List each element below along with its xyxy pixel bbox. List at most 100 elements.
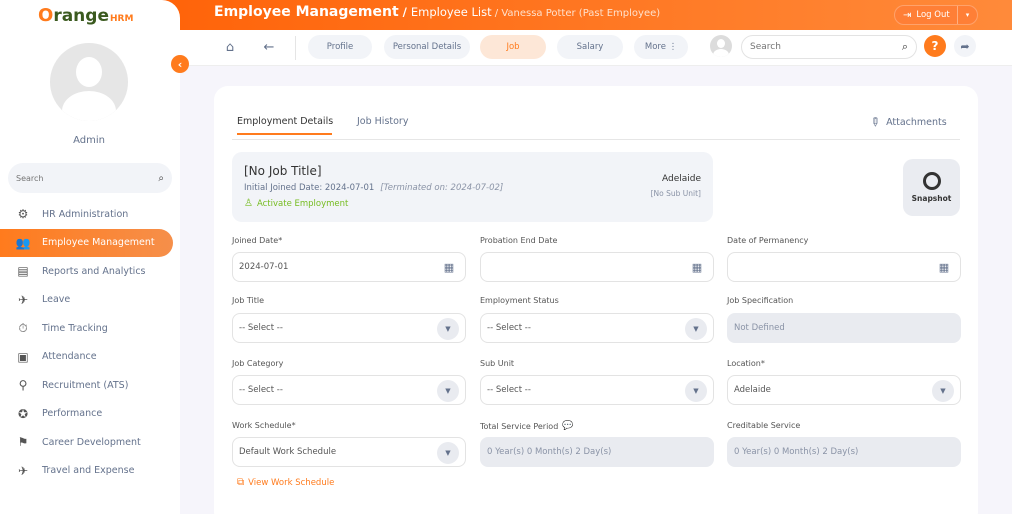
employee-avatar (710, 35, 732, 57)
tab-job[interactable]: Job (480, 35, 546, 59)
job-title-select[interactable]: -- Select -- ▼ (232, 313, 466, 343)
work-schedule-select[interactable]: Default Work Schedule ▼ (232, 437, 466, 467)
creditable-service-field: 0 Year(s) 0 Month(s) 2 Day(s) (727, 437, 961, 467)
breadcrumb-module: Employee Management (214, 4, 399, 20)
location-label: Location* (727, 359, 765, 368)
nav-divider (295, 36, 296, 60)
sidebar-item-reports-analytics[interactable]: ▤ Reports and Analytics (0, 257, 180, 286)
activate-employment-link[interactable]: ♙ Activate Employment (244, 198, 348, 209)
total-service-label: Total Service Period 💬 (480, 421, 574, 431)
job-category-label: Job Category (232, 359, 284, 368)
person-icon: ♙ (244, 198, 253, 209)
chevron-down-icon[interactable]: ▼ (685, 380, 707, 402)
probation-end-label: Probation End Date (480, 236, 558, 245)
tab-more[interactable]: More ⋮ (634, 35, 688, 59)
chevron-down-icon[interactable]: ▼ (437, 442, 459, 464)
probation-end-field[interactable]: ▦ (480, 252, 714, 282)
schedule-icon: ⧉ (237, 477, 245, 488)
employee-search-input[interactable] (750, 42, 880, 52)
tab-employment-details[interactable]: Employment Details (237, 116, 333, 127)
sidebar: OrangeHRM Admin ⌕ ⚙HR Administration 👥Em… (0, 0, 180, 514)
sidebar-item-career-development[interactable]: ⚑ Career Development (0, 428, 180, 457)
sidebar-item-travel-expense[interactable]: ✈ Travel and Expense (0, 457, 180, 486)
employee-icon: 👥 (15, 235, 31, 250)
sidebar-item-time-tracking[interactable]: ⏱ Time Tracking (0, 314, 180, 343)
joined-date-field[interactable]: 2024-07-01 ▦ (232, 252, 466, 282)
chevron-down-icon[interactable]: ▼ (437, 380, 459, 402)
creditable-service-label: Creditable Service (727, 421, 801, 430)
sub-unit-label: Sub Unit (480, 359, 515, 368)
sidebar-item-leave[interactable]: ✈ Leave (0, 286, 180, 315)
travel-icon: ✈ (17, 463, 29, 478)
reports-icon: ▤ (17, 264, 29, 279)
job-specification-label: Job Specification (727, 296, 794, 305)
calendar-icon[interactable]: ▦ (936, 259, 952, 275)
home-button[interactable]: ⌂ (218, 35, 242, 59)
sidebar-item-hr-administration[interactable]: ⚙ HR Administration (0, 200, 180, 229)
orangehrm-logo[interactable]: Orange HRM (38, 5, 133, 26)
sidebar-search-input[interactable] (16, 173, 136, 183)
calendar-icon[interactable]: ▦ (441, 259, 457, 275)
sub-unit-summary: [No Sub Unit] (650, 189, 701, 198)
job-title-label: Job Title (232, 296, 265, 305)
employee-search: ⌕ (741, 35, 917, 59)
terminated-summary: [Terminated on: 2024-07-02] (380, 183, 504, 193)
camera-icon (922, 172, 941, 190)
share-icon: ➦ (960, 39, 970, 53)
date-permanency-label: Date of Permanency (727, 236, 809, 245)
job-specification-field: Not Defined (727, 313, 961, 343)
joined-summary: Initial Joined Date: 2024-07-01 [Terminat… (244, 183, 504, 193)
sidebar-search: ⌕ (8, 163, 172, 193)
location-summary: Adelaide (661, 174, 701, 184)
chevron-down-icon[interactable]: ▼ (932, 380, 954, 402)
breadcrumb-employee: Vanessa Potter (Past Employee) (501, 8, 661, 19)
tab-salary[interactable]: Salary (557, 35, 623, 59)
calendar-icon[interactable]: ▦ (689, 259, 705, 275)
view-work-schedule-link[interactable]: ⧉ View Work Schedule (237, 477, 334, 488)
performance-icon: ✪ (17, 406, 29, 421)
employment-status-label: Employment Status (480, 296, 559, 305)
employment-summary: [No Job Title] Initial Joined Date: 2024… (232, 152, 713, 222)
sidebar-item-employee-management[interactable]: 👥 Employee Management (0, 228, 173, 257)
attachments-link[interactable]: ✎ Attachments (867, 113, 947, 130)
sidebar-item-recruitment[interactable]: ⚲ Recruitment (ATS) (0, 371, 180, 400)
joined-date-label: Joined Date* (232, 236, 283, 245)
location-select[interactable]: Adelaide ▼ (727, 375, 961, 405)
chevron-left-icon: ‹ (177, 57, 183, 71)
breadcrumb: Employee Management / Employee List / Va… (214, 4, 661, 20)
snapshot-button[interactable]: Snapshot (903, 159, 960, 216)
tab-profile[interactable]: Profile (308, 35, 372, 59)
user-avatar[interactable] (50, 43, 128, 121)
logout-button[interactable]: ⇥ Log Out ▾ (894, 5, 978, 25)
sidebar-collapse-button[interactable]: ‹ (171, 55, 189, 73)
share-button[interactable]: ➦ (954, 35, 976, 57)
sidebar-menu: ⚙ HR Administration 👥 Employee Management … (0, 200, 180, 485)
active-tab-indicator (237, 133, 332, 135)
home-icon: ⌂ (225, 39, 235, 55)
logout-menu-caret[interactable]: ▾ (957, 6, 977, 24)
chevron-down-icon[interactable]: ▼ (437, 318, 459, 340)
date-permanency-field[interactable]: ▦ (727, 252, 961, 282)
search-icon[interactable]: ⌕ (158, 173, 164, 184)
info-bubble-icon[interactable]: 💬 (562, 421, 573, 431)
back-button[interactable]: ← (257, 35, 281, 59)
tab-job-history[interactable]: Job History (357, 116, 408, 127)
tab-personal-details[interactable]: Personal Details (384, 35, 470, 59)
logout-icon: ⇥ (903, 9, 912, 21)
employee-nav-bar: ⌂ ← Profile Personal Details Job Salary … (180, 30, 1012, 66)
work-schedule-label: Work Schedule* (232, 421, 296, 430)
time-icon: ⏱ (18, 320, 28, 335)
sub-unit-select[interactable]: -- Select -- ▼ (480, 375, 714, 405)
user-name: Admin (73, 135, 105, 146)
chevron-down-icon[interactable]: ▼ (685, 318, 707, 340)
sidebar-item-performance[interactable]: ✪ Performance (0, 400, 180, 429)
tab-divider (232, 139, 960, 140)
breadcrumb-section[interactable]: Employee List (411, 5, 492, 19)
employment-status-select[interactable]: -- Select -- ▼ (480, 313, 714, 343)
job-category-select[interactable]: -- Select -- ▼ (232, 375, 466, 405)
sidebar-item-attendance[interactable]: ▣ Attendance (0, 343, 180, 372)
career-icon: ⚑ (17, 435, 29, 450)
help-button[interactable]: ? (924, 35, 946, 57)
search-icon[interactable]: ⌕ (902, 40, 908, 54)
leave-icon: ✈ (17, 292, 29, 307)
